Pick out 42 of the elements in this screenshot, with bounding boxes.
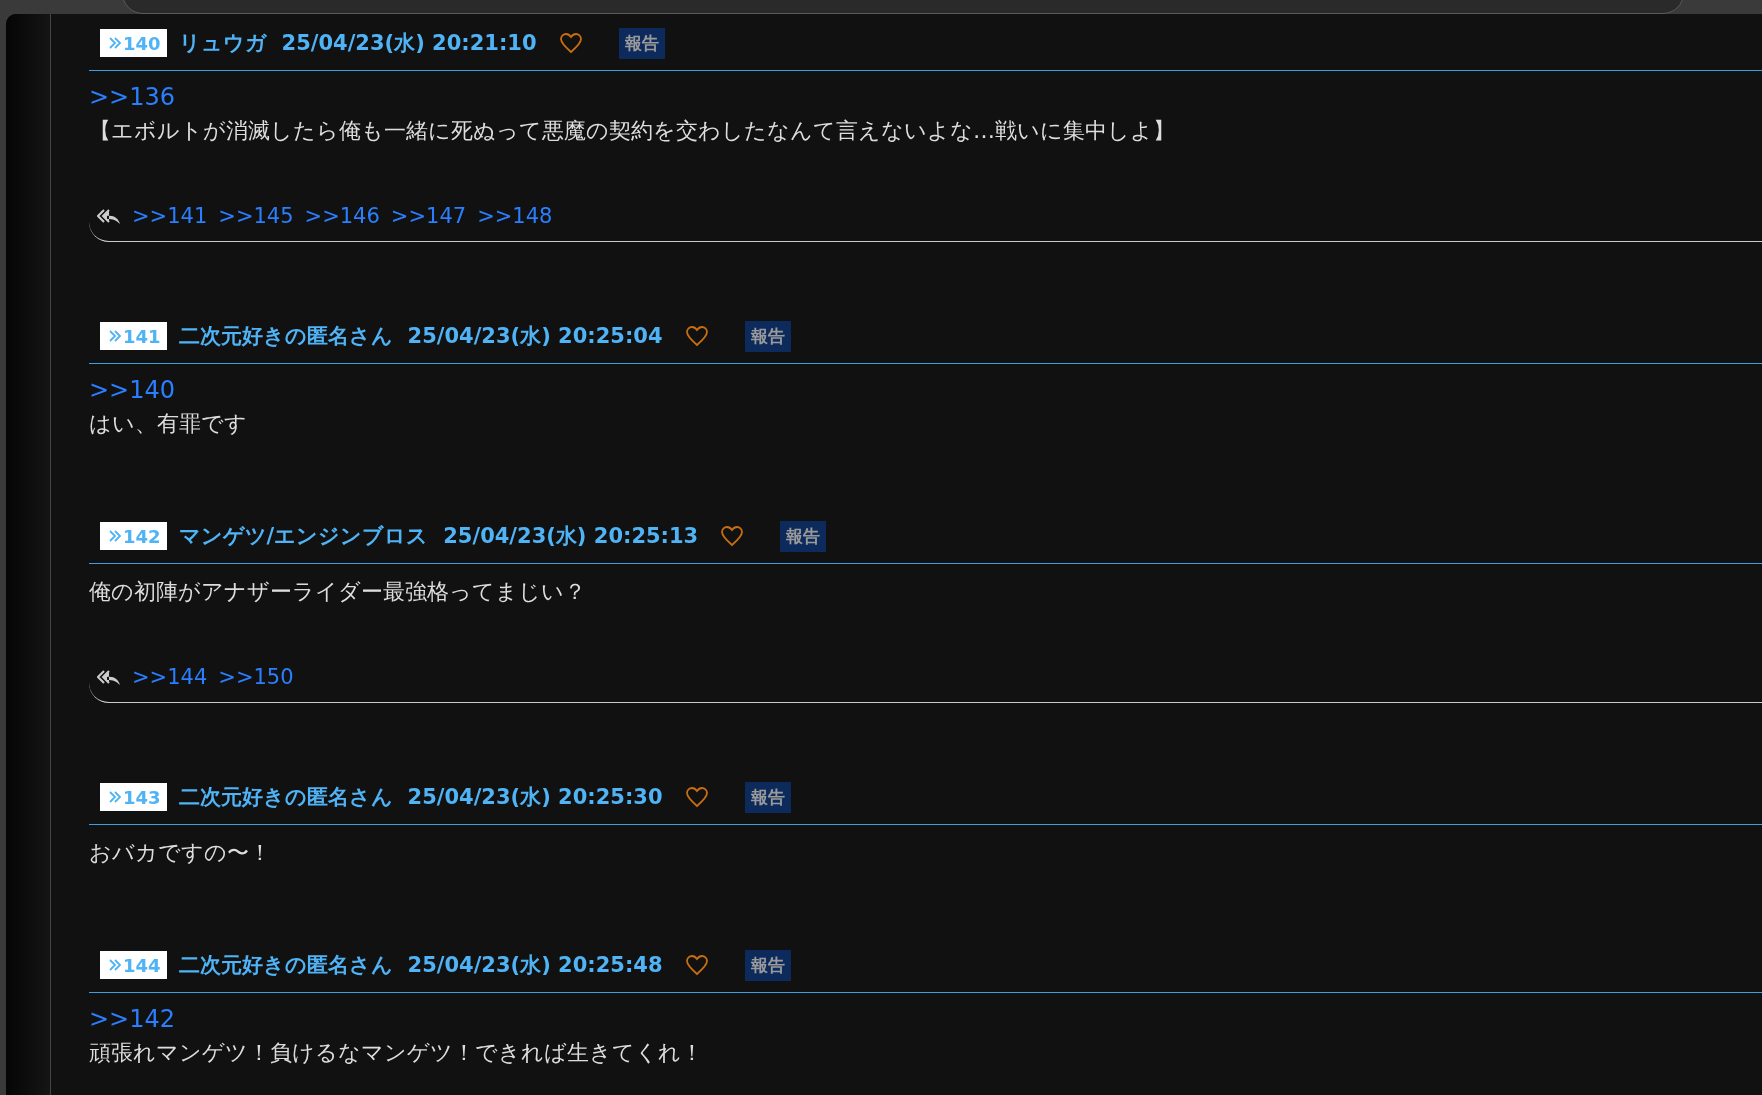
reply-all-icon bbox=[97, 668, 121, 686]
reply-link[interactable]: >>144 bbox=[132, 665, 208, 689]
post-body: 俺の初陣がアナザーライダー最強格ってまじい？ bbox=[89, 578, 587, 606]
reply-link[interactable]: >>147 bbox=[390, 204, 467, 228]
anchor-link[interactable]: >>142 bbox=[89, 1003, 1762, 1035]
report-button[interactable]: 報告 bbox=[744, 320, 791, 352]
poster-name: 二次元好きの匿名さん bbox=[178, 323, 393, 350]
post-body: おバカですの〜！ bbox=[89, 839, 272, 867]
reply-link[interactable]: >>145 bbox=[218, 204, 294, 228]
post-datetime: 25/04/23(水) 20:25:13 bbox=[443, 523, 699, 550]
report-button[interactable]: 報告 bbox=[744, 781, 791, 813]
reply-link[interactable]: >>150 bbox=[218, 665, 294, 689]
reply-link[interactable]: >>146 bbox=[304, 204, 380, 228]
post-body: 【エボルトが消滅したら俺も一緒に死ぬって悪魔の契約を交わしたなんて言えないよな…戦いに集中しよ】 bbox=[89, 117, 1176, 145]
report-button[interactable]: 報告 bbox=[780, 520, 827, 552]
post-body: 頑張れマンゲツ！負けるなマンゲツ！できれば生きてくれ！ bbox=[89, 1039, 704, 1067]
post-body: はい、有罪です bbox=[89, 410, 248, 438]
report-button[interactable]: 報告 bbox=[744, 949, 791, 981]
double-chevron-icon bbox=[108, 329, 122, 343]
report-button[interactable]: 報告 bbox=[618, 27, 665, 59]
heart-icon[interactable] bbox=[684, 786, 709, 808]
poster-name: マンゲツ/エンジンブロス bbox=[178, 523, 429, 550]
heart-icon[interactable] bbox=[558, 32, 583, 54]
heart-icon[interactable] bbox=[684, 325, 709, 347]
post-datetime: 25/04/23(水) 20:25:30 bbox=[407, 784, 663, 811]
poster-name: 二次元好きの匿名さん bbox=[178, 952, 393, 979]
heart-icon[interactable] bbox=[720, 525, 745, 547]
anchor-link[interactable]: >>140 bbox=[89, 374, 1762, 406]
heart-icon[interactable] bbox=[684, 954, 709, 976]
poster-name: 二次元好きの匿名さん bbox=[178, 784, 393, 811]
post-datetime: 25/04/23(水) 20:25:48 bbox=[407, 952, 663, 979]
double-chevron-icon bbox=[108, 958, 122, 972]
anchor-link[interactable]: >>136 bbox=[89, 81, 1762, 113]
post-datetime: 25/04/23(水) 20:25:04 bbox=[407, 323, 663, 350]
post-datetime: 25/04/23(水) 20:21:10 bbox=[281, 30, 537, 57]
reply-all-icon bbox=[97, 207, 121, 225]
double-chevron-icon bbox=[108, 529, 122, 543]
poster-name: リュウガ bbox=[178, 30, 267, 57]
double-chevron-icon bbox=[108, 36, 122, 50]
reply-link[interactable]: >>141 bbox=[132, 204, 208, 228]
reply-link[interactable]: >>148 bbox=[477, 204, 553, 228]
double-chevron-icon bbox=[108, 790, 122, 804]
